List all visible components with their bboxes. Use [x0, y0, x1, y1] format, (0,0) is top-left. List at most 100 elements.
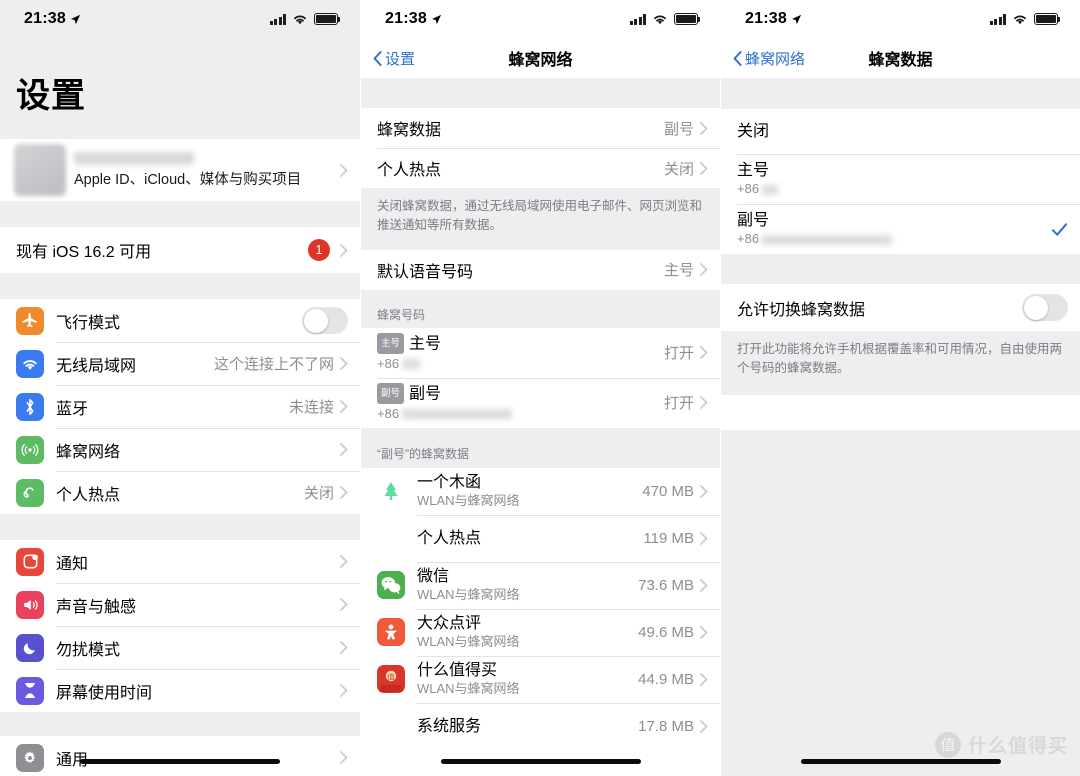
app-size: 17.8 MB — [638, 717, 694, 735]
page-title: 设置 — [16, 77, 86, 115]
checkmark-icon — [1051, 222, 1068, 236]
option-number-prefix: +86 — [737, 231, 760, 246]
default-voice-row[interactable]: 默认语音号码 主号 — [361, 249, 720, 290]
chevron-right-icon — [700, 672, 708, 686]
app-text: 系统服务 — [417, 717, 638, 736]
sim-secondary-number: +86 — [377, 405, 664, 422]
cellular-signal-icon — [989, 13, 1006, 25]
option-row-secondary[interactable]: 副号 +86 — [721, 204, 1080, 254]
allow-switch-toggle[interactable] — [1022, 294, 1068, 321]
app-row[interactable]: 值 什么值得买 WLAN与蜂窝网络 44.9 MB — [361, 655, 720, 703]
option-row-primary[interactable]: 主号 +86 — [721, 154, 1080, 204]
settings-item-airplane[interactable]: 飞行模式 — [0, 299, 360, 342]
app-row[interactable]: 一个木函 WLAN与蜂窝网络 470 MB — [361, 467, 720, 515]
settings-item-cellular[interactable]: 蜂窝网络 — [0, 428, 360, 471]
sim-primary-title: 主号 主号 — [377, 332, 664, 355]
gear-icon — [16, 743, 44, 772]
settings-item-label: 通用 — [56, 751, 89, 769]
wifi-icon — [16, 349, 44, 378]
app-name: 微信 — [417, 568, 450, 586]
option-number-blurred — [762, 184, 779, 195]
no-icon-placeholder — [377, 712, 405, 740]
general-group: 通用 — [0, 736, 360, 776]
personal-hotspot-row[interactable]: 个人热点 关闭 — [361, 148, 720, 188]
back-button[interactable]: 蜂窝网络 — [733, 48, 805, 69]
sim-primary-text: 主号 主号 +86 — [377, 332, 664, 372]
sim-row-secondary[interactable]: 副号 副号 +86 打开 — [361, 377, 720, 428]
app-usage-list: 一个木函 WLAN与蜂窝网络 470 MB 个人热点 119 MB 微信 WLA… — [361, 467, 720, 750]
sim-name: 副号 — [409, 385, 442, 403]
app-name: 大众点评 — [417, 615, 482, 633]
app-row[interactable]: 微信 WLAN与蜂窝网络 73.6 MB — [361, 561, 720, 609]
app-row[interactable]: 个人热点 119 MB — [361, 514, 720, 562]
app-size: 73.6 MB — [638, 576, 694, 594]
app-row[interactable]: 大众点评 WLAN与蜂窝网络 49.6 MB — [361, 608, 720, 656]
chevron-right-icon — [700, 396, 708, 410]
option-label: 主号 — [737, 162, 770, 179]
tree-app-icon — [377, 477, 405, 506]
sim-row-primary[interactable]: 主号 主号 +86 打开 — [361, 327, 720, 378]
option-number-prefix: +86 — [737, 181, 760, 196]
no-icon-placeholder — [377, 524, 405, 552]
section-gap — [721, 254, 1080, 284]
home-indicator — [80, 759, 280, 764]
status-time: 21:38 — [24, 10, 81, 28]
status-time: 21:38 — [745, 10, 802, 28]
apple-id-row[interactable]: Apple ID、iCloud、媒体与购买项目 — [0, 139, 360, 201]
clock-label: 21:38 — [24, 10, 66, 27]
settings-item-dnd[interactable]: 勿扰模式 — [0, 626, 360, 669]
chevron-right-icon — [700, 121, 708, 135]
settings-item-general[interactable]: 通用 — [0, 736, 360, 776]
settings-item-label: 个人热点 — [56, 486, 121, 504]
chevron-right-icon — [700, 346, 708, 360]
back-label: 设置 — [385, 50, 416, 68]
app-name: 个人热点 — [417, 529, 482, 547]
settings-item-wifi[interactable]: 无线局域网 这个连接上不了网 — [0, 342, 360, 385]
cellular-data-row[interactable]: 蜂窝数据 副号 — [361, 108, 720, 148]
settings-item-screentime[interactable]: 屏幕使用时间 — [0, 669, 360, 712]
location-arrow-icon — [70, 14, 81, 24]
airplane-mode-toggle[interactable] — [302, 307, 348, 334]
chevron-right-icon — [340, 486, 348, 499]
chevron-right-icon — [340, 598, 348, 611]
chevron-right-icon — [700, 719, 708, 733]
home-indicator — [440, 759, 641, 764]
wifi-icon — [1014, 15, 1026, 25]
app-row[interactable]: 系统服务 17.8 MB — [361, 702, 720, 750]
svg-text:值: 值 — [387, 672, 395, 682]
sim-secondary-text: 副号 副号 +86 — [377, 382, 664, 422]
app-text: 什么值得买 WLAN与蜂窝网络 — [417, 661, 638, 697]
app-text: 个人热点 — [417, 529, 643, 548]
app-size: 470 MB — [642, 482, 694, 500]
option-sub: +86 — [737, 230, 1051, 247]
cellular-footnote: 关闭蜂窝数据，通过无线局域网使用电子邮件、网页浏览和推送通知等所有数据。 — [361, 188, 720, 250]
wifi-icon — [294, 15, 306, 25]
nav-bar: 蜂窝网络 蜂窝数据 — [721, 38, 1080, 78]
cellular-icon — [16, 435, 44, 464]
settings-item-hotspot[interactable]: 个人热点 关闭 — [0, 471, 360, 514]
allow-switch-row[interactable]: 允许切换蜂窝数据 — [721, 284, 1080, 331]
settings-item-value: 这个连接上不了网 — [213, 356, 334, 373]
settings-item-bluetooth[interactable]: 蓝牙 未连接 — [0, 385, 360, 428]
sim-number-blurred — [402, 409, 513, 420]
settings-item-value: 关闭 — [303, 485, 334, 502]
settings-title-block: 设置 — [0, 38, 360, 139]
ios-update-row[interactable]: 现有 iOS 16.2 可用 1 — [0, 227, 360, 273]
option-row-off[interactable]: 关闭 — [721, 109, 1080, 154]
back-button[interactable]: 设置 — [373, 48, 415, 69]
settings-item-notifications[interactable]: 通知 — [0, 540, 360, 583]
sim-name: 主号 — [409, 335, 442, 353]
watermark: 值 什么值得买 — [934, 731, 1068, 758]
back-label: 蜂窝网络 — [745, 50, 806, 68]
watermark-mark: 值 — [934, 731, 961, 758]
chevron-right-icon — [340, 751, 348, 764]
section-gap — [0, 201, 360, 227]
switch-group: 允许切换蜂窝数据 — [721, 284, 1080, 331]
voice-group: 默认语音号码 主号 — [361, 249, 720, 290]
option-label: 副号 — [737, 212, 770, 229]
settings-item-sounds[interactable]: 声音与触感 — [0, 583, 360, 626]
section-gap — [0, 273, 360, 299]
chevron-right-icon — [340, 443, 348, 456]
nav-bar: 设置 蜂窝网络 — [361, 38, 720, 78]
dianping-icon — [377, 618, 405, 647]
